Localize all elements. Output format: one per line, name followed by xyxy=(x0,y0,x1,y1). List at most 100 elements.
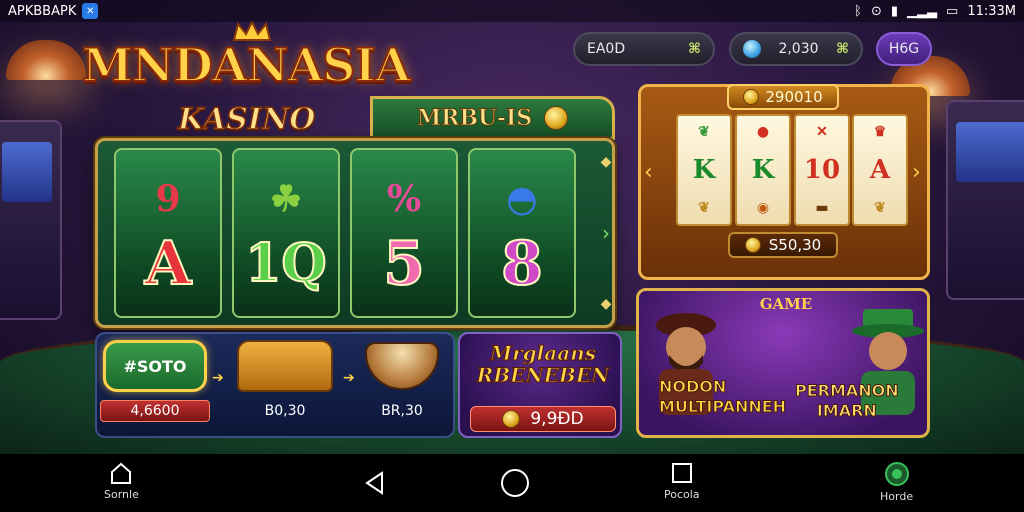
bluetooth-icon: ᛒ xyxy=(854,3,862,19)
food-bowl-icon xyxy=(365,342,439,390)
battery-icon: ▭ xyxy=(946,3,959,19)
nav-recents[interactable]: Pocola xyxy=(664,462,700,501)
slot-bonus-value: 4,6600 xyxy=(100,400,210,422)
logo-title: MNDANASIA xyxy=(81,37,412,93)
chip-icon-2: ⌘ xyxy=(836,41,849,57)
mini-reel-2: ● K ◉ xyxy=(735,114,791,226)
arrow-up-icon[interactable]: ◆ xyxy=(601,154,612,170)
bowl-bonus[interactable]: BR,30 xyxy=(354,334,450,424)
slot-badge: #SOTO xyxy=(103,340,207,392)
reel-top-symbol: ☘ xyxy=(269,178,303,220)
mini-reel-symbol: A xyxy=(869,154,891,185)
bottom-nav-bar: Sornle Pocola Horde xyxy=(0,454,1024,512)
promo-title-line2: RBENEBEN xyxy=(476,363,610,387)
nav-home-label: Sornle xyxy=(104,488,139,501)
mini-reel-symbol: K xyxy=(751,154,775,185)
chevron-right-icon[interactable]: › xyxy=(912,160,921,185)
reel-main-symbol: 1Q xyxy=(244,232,327,295)
status-bar: APKBBAPK ✕ ᛒ ⊙ ▮ ▁▂▃ ▭ 11:33M xyxy=(0,0,1024,22)
app-label: APKBBAPK xyxy=(8,3,77,19)
arrow-right-icon: ➔ xyxy=(212,370,224,386)
nav-back[interactable] xyxy=(362,470,388,496)
square-icon xyxy=(671,463,692,483)
mini-reel-3: ✕ 10 ▬ xyxy=(794,114,850,226)
reel-top-symbol: ◓ xyxy=(506,178,538,220)
reel-4[interactable]: ◓ 8 xyxy=(468,148,576,318)
nav-right[interactable]: Horde xyxy=(880,462,913,503)
reel-main-symbol: 5 xyxy=(382,229,426,299)
status-left: APKBBAPK ✕ xyxy=(8,3,99,19)
chest-bonus[interactable]: B0,30 xyxy=(230,334,340,424)
circle-icon xyxy=(501,469,529,497)
crown-small-icon: ♛ xyxy=(873,123,887,140)
game-logo: MNDANASIA KASINO xyxy=(81,20,412,140)
arrow-down-icon[interactable]: ◆ xyxy=(601,296,612,312)
nav-home[interactable]: Sornle xyxy=(104,462,139,501)
coin-icon xyxy=(744,237,761,253)
currency-value-2: 2,030 xyxy=(778,41,819,57)
ceiling-lamp-left xyxy=(6,40,86,80)
chest-bonus-value: B0,30 xyxy=(264,403,306,419)
treasure-chest-icon xyxy=(237,340,333,392)
home-icon xyxy=(111,462,132,484)
reel-top-symbol: 9 xyxy=(155,178,181,220)
coin-icon xyxy=(544,106,569,130)
currency-pill-1[interactable]: EA0D ⌘ xyxy=(573,32,715,66)
clock: 11:33M xyxy=(967,3,1016,19)
mini-reel-1: ❦ K ❦ xyxy=(676,114,732,226)
leaf-icon: ❦ xyxy=(698,123,710,140)
alarm-icon: ⊙ xyxy=(870,3,882,19)
reel-side-controls: ◆ › ◆ xyxy=(594,148,618,318)
mini-reel-symbol: 10 xyxy=(803,154,841,185)
reel-3[interactable]: % 5 xyxy=(350,148,458,318)
menu-tab-label: MRBU-IS xyxy=(416,105,533,132)
nav-recents-label: Pocola xyxy=(664,488,700,501)
back-icon xyxy=(365,471,383,495)
signal-icon: ▁▂▃ xyxy=(907,3,938,19)
chevron-left-icon[interactable]: ‹ xyxy=(644,160,653,185)
multiplayer-left-text: NODON MULTIPANNEH xyxy=(658,377,787,417)
gem-icon xyxy=(743,40,761,58)
coin-icon xyxy=(743,89,760,105)
promo-title-line1: Mrglaans xyxy=(490,341,597,365)
currency-pill-2[interactable]: 2,030 ⌘ xyxy=(729,32,863,66)
multiplayer-left-line1: NODON xyxy=(658,377,727,397)
bg-slot-machine-left xyxy=(0,120,62,320)
reel-main-symbol: A xyxy=(144,229,193,299)
top-action-button[interactable]: H6G xyxy=(876,32,932,66)
reel-main-symbol: 8 xyxy=(500,229,544,299)
menu-tab[interactable]: MRBU-IS xyxy=(370,96,615,140)
multiplayer-promo[interactable]: GAME NODON MULTIPANNEH PERMANON IMARN xyxy=(636,288,930,438)
store-icon: ✕ xyxy=(82,3,99,19)
bowl-bonus-value: BR,30 xyxy=(381,403,423,419)
slot-bonus[interactable]: #SOTO 4,6600 xyxy=(100,334,210,424)
top-action-label: H6G xyxy=(888,41,920,57)
reel-2[interactable]: ☘ 1Q xyxy=(232,148,340,318)
mini-reel-symbol: K xyxy=(692,154,716,185)
feature-bet: S50,30 xyxy=(728,232,838,258)
promo-title: Mrglaans RBENEBEN xyxy=(470,341,616,387)
feature-jackpot-value: 290010 xyxy=(765,88,823,106)
coin-slot-icon: ◉ xyxy=(756,200,770,217)
promo-card[interactable]: Mrglaans RBENEBEN 9,9ÐD xyxy=(458,332,622,438)
apple-icon: ● xyxy=(756,123,770,140)
coin-icon xyxy=(502,410,521,428)
multiplayer-right-text: PERMANON IMARN xyxy=(795,381,900,421)
leaf-icon: ❦ xyxy=(698,200,710,217)
reel-1[interactable]: 9 A xyxy=(114,148,222,318)
multiplayer-left-line2: MULTIPANNEH xyxy=(658,397,787,417)
multiplayer-right-line1: PERMANON xyxy=(795,381,900,401)
nav-right-label: Horde xyxy=(880,490,914,503)
currency-value-1: EA0D xyxy=(587,41,626,57)
nav-home-circle[interactable] xyxy=(500,468,530,498)
status-right: ᛒ ⊙ ▮ ▁▂▃ ▭ 11:33M xyxy=(854,4,1016,19)
bar-icon: ▬ xyxy=(815,200,829,217)
promo-value-bar: 9,9ÐD xyxy=(470,406,616,432)
chevron-right-icon[interactable]: › xyxy=(602,221,610,245)
leaf-icon: ❦ xyxy=(874,200,886,217)
multiplayer-right-line2: IMARN xyxy=(816,401,877,421)
feature-jackpot: 290010 xyxy=(727,84,839,110)
wifi-icon: ▮ xyxy=(890,3,899,19)
cross-icon: ✕ xyxy=(816,123,828,140)
feature-bet-value: S50,30 xyxy=(768,236,822,254)
